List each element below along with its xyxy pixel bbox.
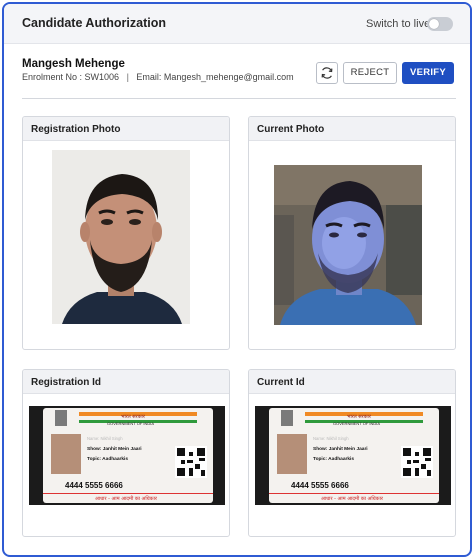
verify-button[interactable]: VERIFY <box>402 62 454 84</box>
current-id-card: Current Id भारत सरकार GOVERNMENT OF INDI… <box>248 369 456 537</box>
id-name-line: Name: Nikhil Singh <box>87 436 123 441</box>
meta-separator: | <box>126 72 129 82</box>
id-number: 4444 5555 6666 <box>65 481 123 490</box>
registration-id-image: भारत सरकार GOVERNMENT OF INDIA Name: Nik… <box>29 406 225 505</box>
id-hindi-gov: भारत सरकार <box>347 414 372 420</box>
registration-photo-heading: Registration Photo <box>23 117 229 141</box>
title-bar: Candidate Authorization Switch to live <box>4 4 470 44</box>
current-photo-heading: Current Photo <box>249 117 455 141</box>
id-show-line: Show: Janhit Mein Jaari <box>313 446 368 452</box>
id-english-gov: GOVERNMENT OF INDIA <box>333 421 380 426</box>
reject-button[interactable]: REJECT <box>343 62 397 84</box>
current-photo <box>274 165 422 325</box>
id-hindi-gov: भारत सरकार <box>121 414 146 420</box>
refresh-button[interactable] <box>316 62 338 84</box>
switch-to-live-toggle[interactable] <box>427 17 453 31</box>
current-id-heading: Current Id <box>249 370 455 394</box>
id-number: 4444 5555 6666 <box>291 481 349 490</box>
candidate-email: Email: Mangesh_mehenge@gmail.com <box>136 72 294 82</box>
id-show-line: Show: Janhit Mein Jaari <box>87 446 142 452</box>
candidate-authorization-window: Candidate Authorization Switch to live M… <box>2 2 472 557</box>
candidate-name: Mangesh Mehenge <box>22 58 125 70</box>
refresh-icon <box>321 67 333 79</box>
id-tagline: आधार - आम आदमी का अधिकार <box>95 495 158 502</box>
current-photo-card: Current Photo <box>248 116 456 350</box>
page-title: Candidate Authorization <box>22 16 166 30</box>
toggle-knob <box>429 19 439 29</box>
id-name-line: Name: Nikhil Singh <box>313 436 349 441</box>
enrolment-number: Enrolment No : SW1006 <box>22 72 120 82</box>
id-topic-line: Topic: Aadhaarkis <box>313 456 354 462</box>
header-divider <box>22 98 456 99</box>
registration-id-heading: Registration Id <box>23 370 229 394</box>
registration-photo <box>52 150 190 324</box>
candidate-meta: Enrolment No : SW1006 | Email: Mangesh_m… <box>22 72 294 82</box>
current-id-image: भारत सरकार GOVERNMENT OF INDIA Name: Nik… <box>255 406 451 505</box>
switch-to-live-label: Switch to live <box>366 18 431 30</box>
id-topic-line: Topic: Aadhaarkis <box>87 456 128 462</box>
id-tagline: आधार - आम आदमी का अधिकार <box>321 495 384 502</box>
id-english-gov: GOVERNMENT OF INDIA <box>107 421 154 426</box>
registration-id-card: Registration Id भारत सरकार GOVERNMENT OF… <box>22 369 230 537</box>
registration-photo-card: Registration Photo <box>22 116 230 350</box>
